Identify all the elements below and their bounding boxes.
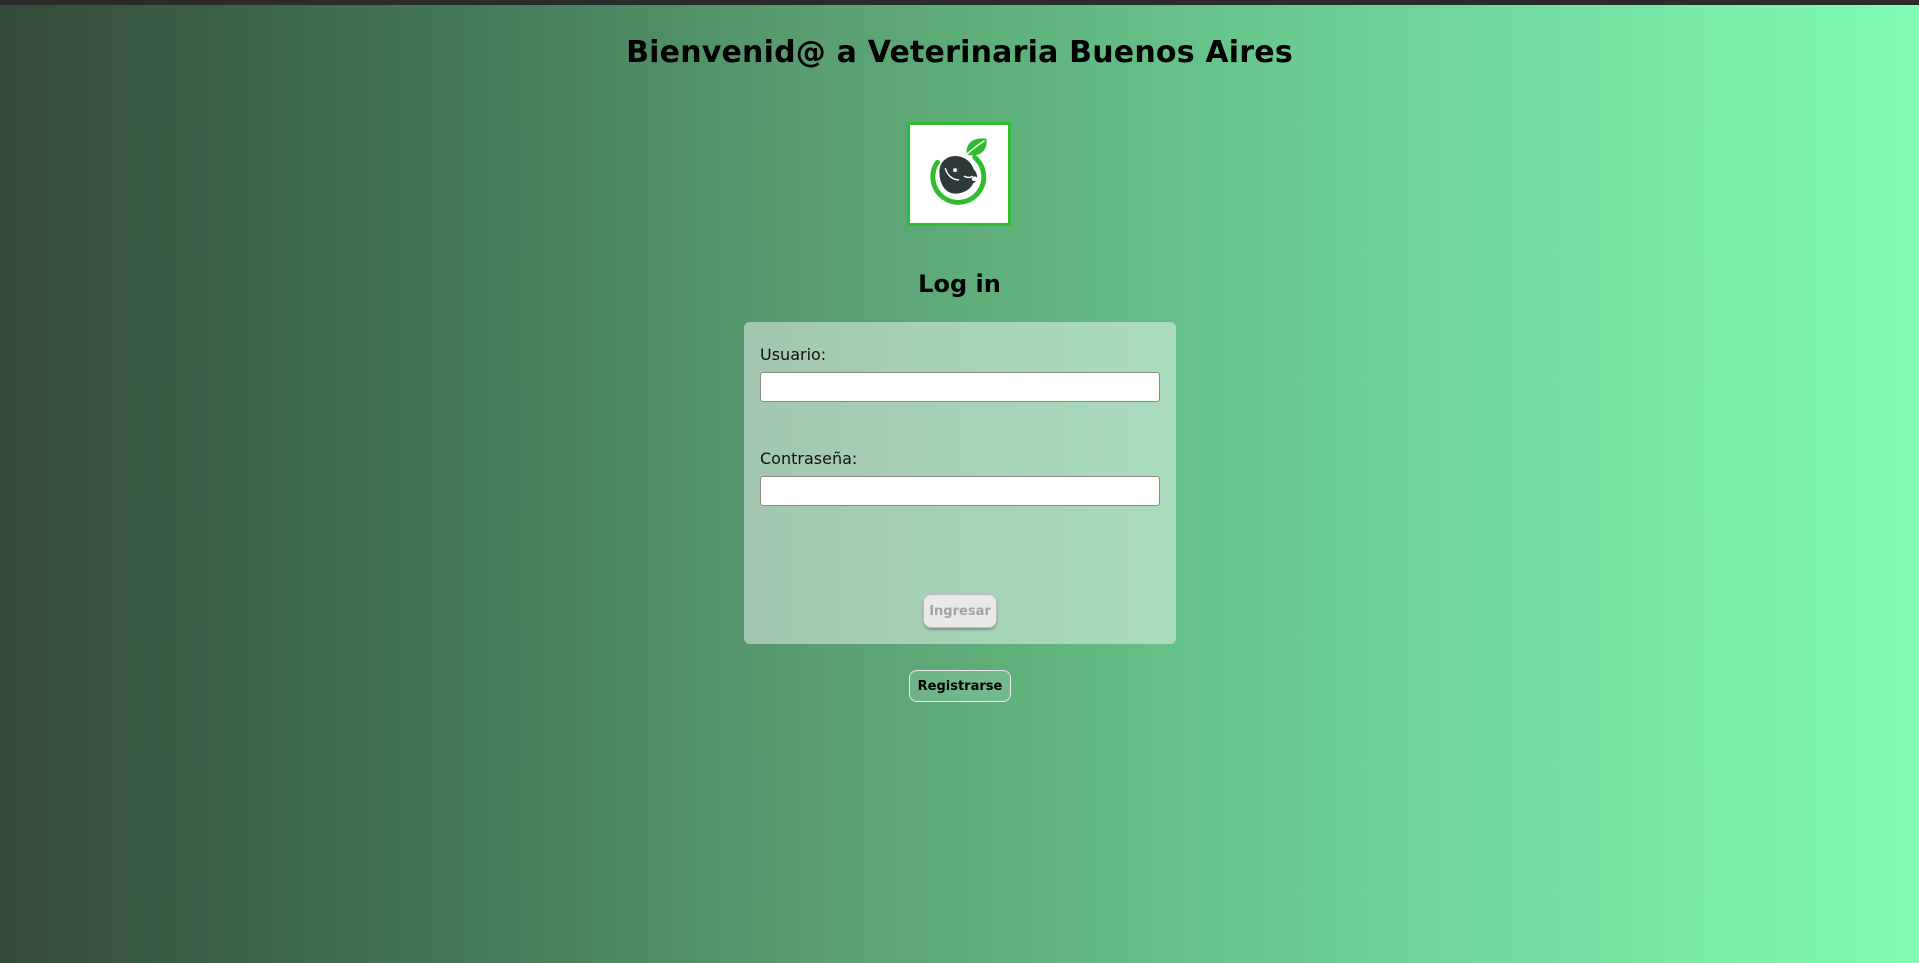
login-title: Log in bbox=[918, 270, 1001, 298]
password-input[interactable] bbox=[760, 476, 1160, 506]
register-button[interactable]: Registrarse bbox=[909, 670, 1011, 702]
username-label: Usuario: bbox=[760, 345, 827, 364]
submit-button[interactable]: Ingresar bbox=[923, 594, 997, 628]
password-label: Contraseña: bbox=[760, 449, 858, 468]
veterinary-logo-icon bbox=[930, 138, 987, 205]
clinic-logo bbox=[907, 122, 1011, 226]
username-input[interactable] bbox=[760, 372, 1160, 402]
page-background: Bienvenid@ a Veterinaria Buenos Aires Lo… bbox=[0, 5, 1919, 963]
page-title: Bienvenid@ a Veterinaria Buenos Aires bbox=[626, 35, 1293, 70]
login-form: Usuario: Contraseña: Ingresar bbox=[744, 322, 1176, 644]
